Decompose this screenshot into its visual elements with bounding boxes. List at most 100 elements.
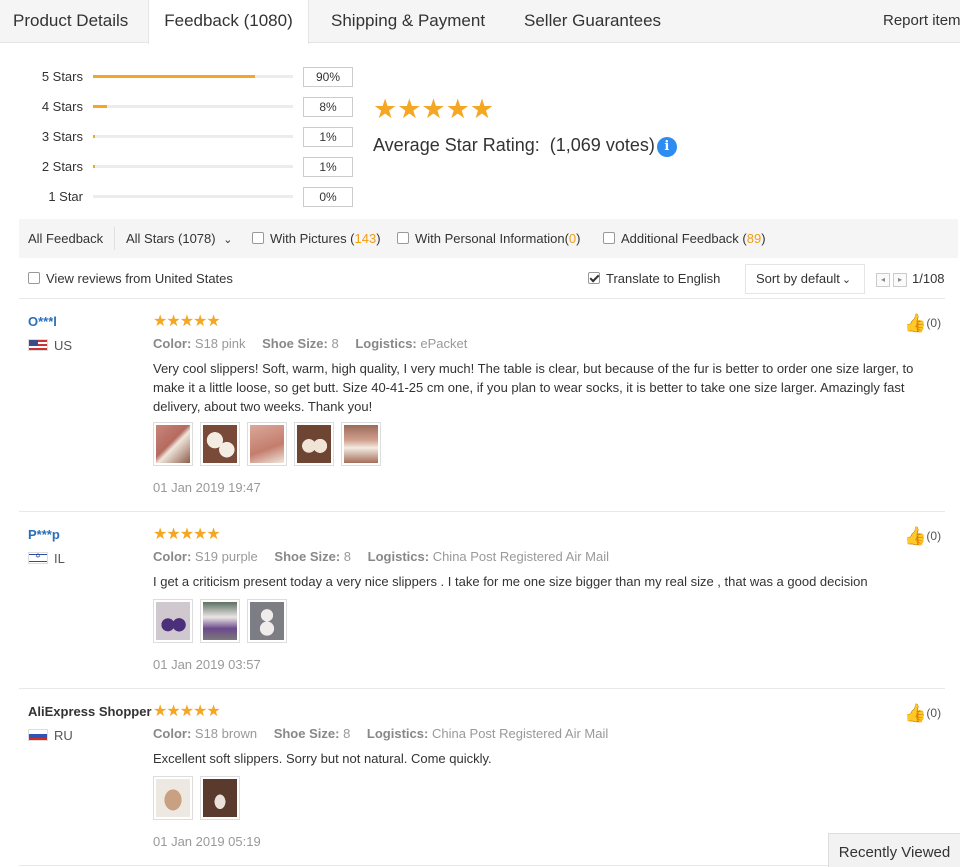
review-stars: ★★★★★	[153, 313, 221, 330]
histogram-label: 2 Stars	[41, 159, 83, 174]
tab-bar: Product Details Feedback (1080) Shipping…	[0, 0, 960, 44]
histogram-track	[93, 105, 293, 108]
helpful-button[interactable]: 👍(0)	[904, 704, 941, 722]
thumbs-up-icon: 👍	[904, 703, 927, 723]
view-us-option[interactable]: View reviews from United States	[28, 264, 233, 294]
review-photo[interactable]	[153, 422, 193, 466]
chevron-down-icon: ⌄	[841, 274, 852, 286]
reviewer-country: RU	[28, 728, 73, 744]
histogram-row[interactable]: 3 Stars 1%	[0, 127, 360, 147]
tab-feedback[interactable]: Feedback (1080)	[148, 0, 309, 44]
with-personal-info-label: With Personal Information(	[415, 231, 569, 246]
filter-with-pictures[interactable]: With Pictures (143)	[252, 219, 381, 258]
divider	[19, 865, 945, 866]
review-photo[interactable]	[247, 422, 287, 466]
helpful-button[interactable]: 👍(0)	[904, 314, 941, 332]
filter-additional-feedback[interactable]: Additional Feedback (89)	[603, 219, 766, 258]
review-item: P***p IL ★★★★★ Color: S19 purple Shoe Si…	[0, 526, 960, 677]
review-photo[interactable]	[200, 422, 240, 466]
sort-dropdown[interactable]: Sort by default ⌄	[745, 264, 865, 294]
review-photo[interactable]	[200, 776, 240, 820]
reviewer-name[interactable]: AliExpress Shopper	[28, 704, 152, 720]
filter-all-stars-label: All Stars (1078)	[126, 231, 216, 246]
histogram-percent: 1%	[303, 157, 353, 177]
review-photo[interactable]	[153, 776, 193, 820]
review-photo[interactable]	[153, 599, 193, 643]
histogram-fill	[93, 75, 255, 78]
report-item-link[interactable]: Report item	[883, 0, 960, 43]
thumbs-up-icon: 👍	[904, 526, 927, 546]
helpful-button[interactable]: 👍(0)	[904, 527, 941, 545]
review-text: I get a criticism present today a very n…	[153, 574, 868, 589]
filter-all-stars-dropdown[interactable]: All Stars (1078) ⌄	[126, 219, 232, 258]
page-indicator: 1/108	[912, 271, 945, 286]
paren: )	[376, 231, 381, 246]
histogram-row[interactable]: 5 Stars 90%	[0, 67, 360, 87]
tab-shipping-payment[interactable]: Shipping & Payment	[331, 0, 485, 43]
size-value: 8	[331, 336, 339, 351]
review-photo[interactable]	[341, 422, 381, 466]
options-row: View reviews from United States Translat…	[0, 264, 960, 294]
color-value: S18 brown	[194, 726, 258, 741]
review-photo[interactable]	[247, 599, 287, 643]
with-pictures-count: 143	[354, 231, 377, 246]
additional-feedback-count: 89	[746, 231, 762, 246]
with-pictures-checkbox[interactable]	[252, 232, 264, 244]
paren: )	[761, 231, 766, 246]
logistics-value: ePacket	[420, 336, 468, 351]
recently-viewed-button[interactable]: Recently Viewed	[828, 833, 960, 867]
histogram-label: 4 Stars	[41, 99, 83, 114]
meta-label: Color:	[153, 336, 192, 351]
like-count: (0)	[926, 316, 942, 330]
with-personal-info-checkbox[interactable]	[397, 232, 409, 244]
country-code: IL	[54, 551, 65, 566]
filter-divider	[114, 227, 115, 250]
histogram-row[interactable]: 2 Stars 1%	[0, 157, 360, 177]
histogram-percent: 0%	[303, 187, 353, 207]
reviewer-country: US	[28, 338, 72, 354]
ru-flag-icon	[28, 729, 48, 741]
divider	[19, 511, 945, 512]
histogram-row[interactable]: 1 Star 0%	[0, 187, 360, 207]
review-stars: ★★★★★	[153, 526, 221, 543]
sort-label: Sort by default	[756, 271, 840, 286]
country-code: US	[54, 338, 73, 353]
next-page-icon[interactable]: ▸	[893, 273, 907, 287]
il-flag-icon	[28, 552, 48, 564]
paren: )	[576, 231, 581, 246]
reviewer-name[interactable]: O***l	[28, 314, 57, 330]
histogram-fill	[93, 165, 95, 168]
review-meta: Color: S18 brown Shoe Size: 8 Logistics:…	[153, 726, 608, 742]
us-flag-icon	[28, 339, 48, 351]
review-meta: Color: S19 purple Shoe Size: 8 Logistics…	[153, 549, 609, 565]
translate-checkbox[interactable]	[588, 272, 600, 284]
filter-with-personal-info[interactable]: With Personal Information(0)	[397, 219, 580, 258]
histogram-fill	[93, 105, 107, 108]
meta-label: Shoe Size:	[262, 336, 328, 351]
review-photo[interactable]	[294, 422, 334, 466]
reviewer-name[interactable]: P***p	[28, 527, 60, 543]
meta-label: Color:	[153, 726, 192, 741]
review-meta: Color: S18 pink Shoe Size: 8 Logistics: …	[153, 336, 467, 352]
meta-label: Logistics:	[366, 726, 429, 741]
filter-all-feedback[interactable]: All Feedback	[28, 219, 103, 258]
tab-product-details[interactable]: Product Details	[13, 0, 128, 43]
view-us-checkbox[interactable]	[28, 272, 40, 284]
translate-option[interactable]: Translate to English	[588, 264, 720, 294]
additional-feedback-checkbox[interactable]	[603, 232, 615, 244]
histogram-percent: 90%	[303, 67, 353, 87]
view-us-label: View reviews from United States	[46, 271, 233, 286]
average-stars: ★★★★★	[373, 94, 495, 124]
info-icon[interactable]: i	[656, 137, 677, 157]
histogram-track	[93, 165, 293, 168]
with-pictures-label: With Pictures (	[270, 231, 355, 246]
histogram-label: 1 Star	[48, 189, 83, 204]
review-photo[interactable]	[200, 599, 240, 643]
tab-seller-guarantees[interactable]: Seller Guarantees	[524, 0, 661, 43]
prev-page-icon[interactable]: ◂	[876, 273, 890, 287]
histogram-row[interactable]: 4 Stars 8%	[0, 97, 360, 117]
size-value: 8	[343, 726, 351, 741]
meta-label: Logistics:	[355, 336, 417, 351]
meta-label: Shoe Size:	[273, 726, 340, 741]
histogram-percent: 8%	[303, 97, 353, 117]
